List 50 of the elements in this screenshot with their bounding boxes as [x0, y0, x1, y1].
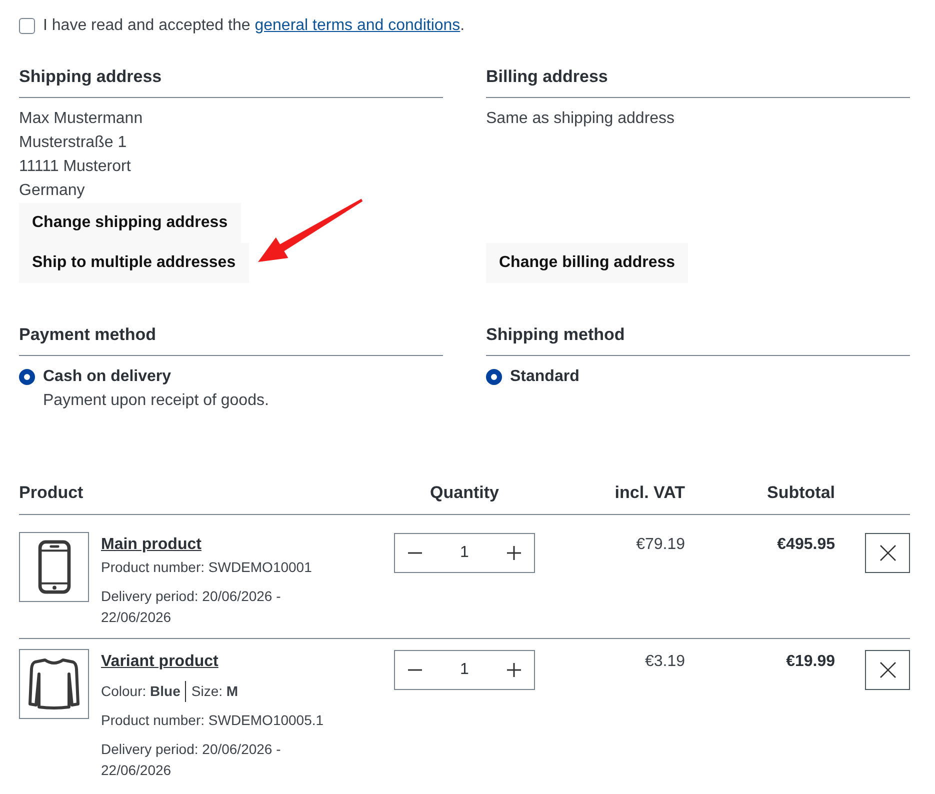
- unit-price: €79.19: [636, 536, 685, 553]
- column-header: Subtotal: [767, 483, 835, 502]
- shirt-icon: [28, 657, 80, 711]
- radio-button[interactable]: [19, 369, 35, 385]
- phone-icon: [38, 540, 70, 594]
- address-action-button[interactable]: Change shipping address: [19, 203, 241, 243]
- subtotal: €19.99: [786, 653, 835, 670]
- remove-button[interactable]: [865, 533, 910, 573]
- section-heading: Billing address: [486, 65, 910, 98]
- variant-option: Colour: Blue: [101, 681, 180, 702]
- quantity-field[interactable]: 1: [435, 544, 494, 562]
- product-name[interactable]: Main product: [101, 534, 202, 556]
- product-image[interactable]: [19, 649, 89, 719]
- product-number: Product number: SWDEMO10001: [101, 558, 313, 577]
- section-heading: Shipping method: [486, 323, 910, 356]
- delivery-period: Delivery period: 20/06/2026 - 22/06/2026: [101, 587, 282, 627]
- section-heading: Payment method: [19, 323, 443, 356]
- terms-label: I have read and accepted the general terms and conditions.: [43, 16, 465, 36]
- product-image[interactable]: [19, 532, 89, 602]
- column-header: incl. VAT: [614, 483, 685, 502]
- subtotal: €495.95: [777, 536, 835, 553]
- address-line: Musterstraße 1: [19, 133, 128, 153]
- column-header: Quantity: [430, 483, 499, 502]
- address-action-button[interactable]: Change billing address: [486, 243, 688, 283]
- variant-option: Size: M: [185, 681, 238, 702]
- product-number: Product number: SWDEMO10005.1: [101, 711, 325, 730]
- delivery-period: Delivery period: 20/06/2026 - 22/06/2026: [101, 740, 282, 780]
- close-icon: [880, 545, 896, 561]
- column-header: Product: [19, 483, 84, 502]
- plus-icon: [507, 546, 521, 560]
- terms-link[interactable]: general terms and conditions: [254, 17, 460, 34]
- address-line: Max Mustermann: [19, 109, 144, 129]
- radio-button[interactable]: [486, 369, 502, 385]
- plus-icon: [507, 663, 521, 677]
- close-icon: [880, 662, 896, 678]
- address-line: 11111 Musterort: [19, 157, 132, 177]
- quantity-field[interactable]: 1: [435, 661, 494, 679]
- unit-price: €3.19: [644, 653, 685, 670]
- option-label: Cash on delivery: [43, 367, 172, 387]
- minus-icon: [408, 552, 422, 554]
- option-description: Payment upon receipt of goods.: [43, 391, 270, 411]
- address-action-button[interactable]: Ship to multiple addresses: [19, 243, 249, 283]
- section-heading: Shipping address: [19, 65, 443, 98]
- minus-icon: [408, 669, 422, 671]
- address-line: Same as shipping address: [486, 109, 676, 129]
- option-label: Standard: [510, 367, 580, 387]
- product-name[interactable]: Variant product: [101, 651, 218, 673]
- remove-button[interactable]: [865, 650, 910, 690]
- terms-checkbox[interactable]: [19, 18, 35, 34]
- address-line: Germany: [19, 181, 86, 201]
